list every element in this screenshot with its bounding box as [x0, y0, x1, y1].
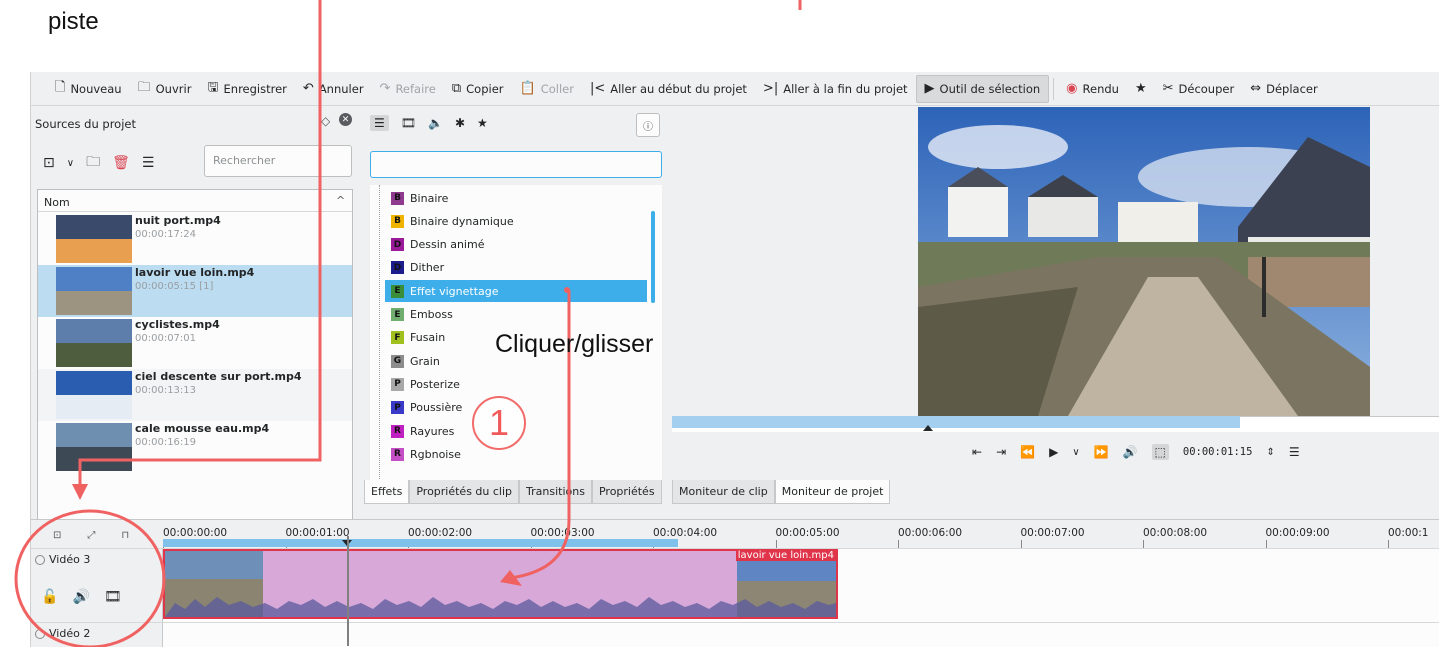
- annotation-step-number: 1: [472, 396, 526, 450]
- annotation-arrows: [14, 0, 802, 647]
- tutorial-screenshot: piste 🗋 Nouveau 🗀 Ouvrir 🖫 Enregistrer ↶ Annule…: [0, 0, 1439, 647]
- annotation-cliquer-glisser: Cliquer/glisser: [495, 330, 654, 358]
